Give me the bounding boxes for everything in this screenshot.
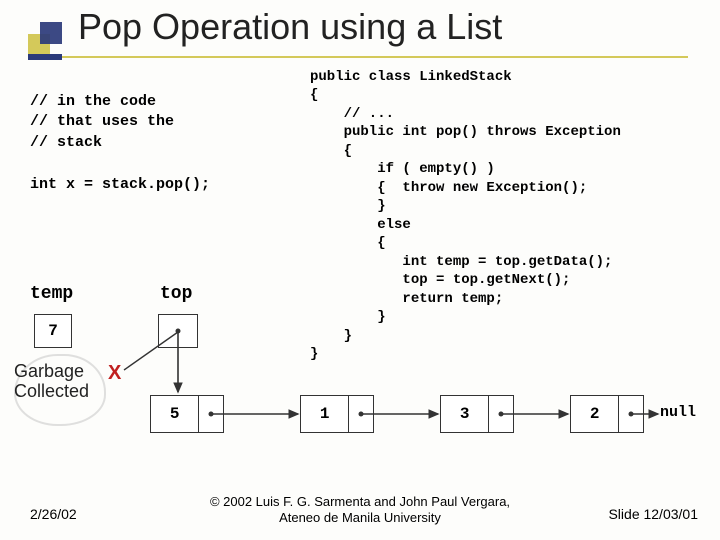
- garbage-label-line2: Collected: [14, 381, 89, 401]
- node-next-pointer: [199, 396, 223, 432]
- title-underline: [28, 56, 688, 58]
- footer-slide-number: Slide 12/03/01: [608, 506, 698, 522]
- temp-value-box: 7: [34, 314, 72, 348]
- node-next-pointer: [489, 396, 513, 432]
- usage-comment: // in the code // that uses the // stack: [30, 92, 174, 153]
- list-node: 2: [570, 395, 644, 433]
- node-value: 5: [151, 396, 199, 432]
- list-node: 1: [300, 395, 374, 433]
- list-node: 5: [150, 395, 224, 433]
- node-next-pointer: [349, 396, 373, 432]
- linkedstack-code: public class LinkedStack { // ... public…: [310, 68, 621, 364]
- slide-title: Pop Operation using a List: [78, 6, 502, 48]
- garbage-label-line1: Garbage: [14, 361, 84, 381]
- footer-copyright-line2: Ateneo de Manila University: [279, 510, 441, 525]
- footer-copyright-line1: © 2002 Luis F. G. Sarmenta and John Paul…: [210, 494, 510, 509]
- list-node: 3: [440, 395, 514, 433]
- node-value: 2: [571, 396, 619, 432]
- null-label: null: [660, 404, 696, 421]
- top-pointer-box: [158, 314, 198, 348]
- garbage-collected-label: Garbage Collected: [14, 362, 89, 402]
- node-next-pointer: [619, 396, 643, 432]
- node-value: 3: [441, 396, 489, 432]
- node-value: 1: [301, 396, 349, 432]
- usage-call: int x = stack.pop();: [30, 176, 210, 193]
- red-x-icon: X: [108, 362, 121, 385]
- slide-accent-mark: [28, 22, 62, 56]
- temp-var-label: temp: [30, 284, 73, 304]
- top-pointer-label: top: [160, 284, 192, 304]
